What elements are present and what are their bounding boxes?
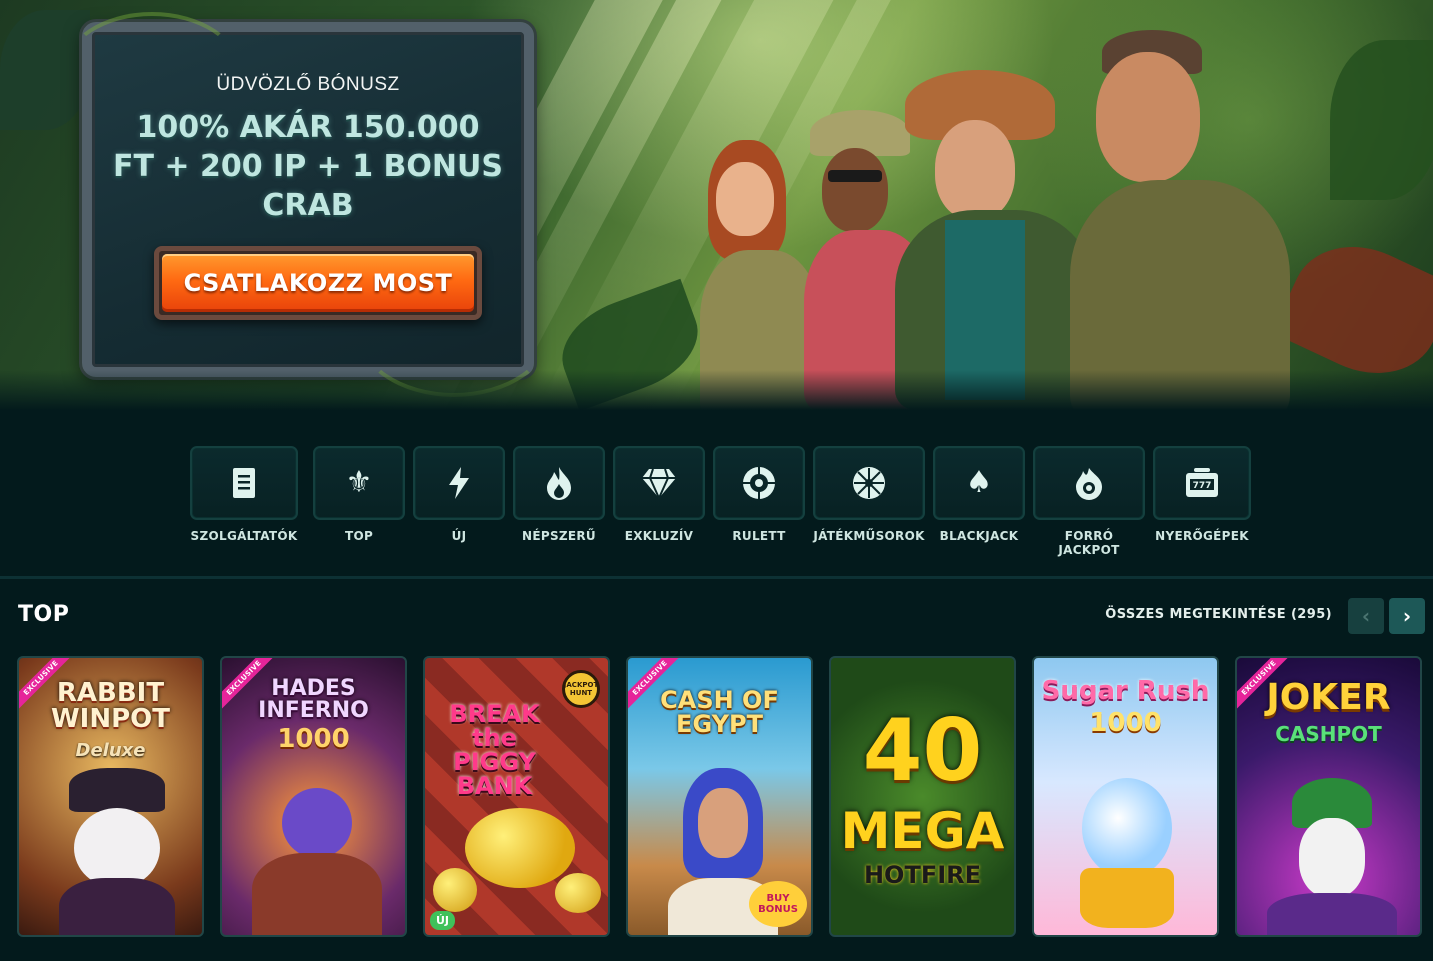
coin — [433, 868, 477, 912]
category-exclusive[interactable]: EXKLUZÍV — [613, 446, 705, 543]
piggy-bank — [465, 808, 575, 888]
game-title-word: MEGA — [840, 802, 1005, 860]
new-badge: ÚJ — [430, 911, 456, 930]
category-blackjack[interactable]: ♠ BLACKJACK — [933, 446, 1025, 543]
category-tile — [513, 446, 605, 520]
category-label: TOP — [344, 529, 374, 543]
gumball-base — [1080, 868, 1174, 928]
category-label: ÚJ — [451, 529, 467, 543]
slot-machine-icon: 777 — [1186, 468, 1218, 497]
jungle-leaf — [1330, 40, 1433, 200]
game-title: JOKER — [1266, 677, 1391, 718]
category-label: FORRÓ JACKPOT — [1058, 529, 1120, 557]
gumball-globe — [1082, 778, 1172, 878]
category-slots[interactable]: 777 NYERŐGÉPEK — [1153, 446, 1251, 543]
game-title: HADES INFERNO — [258, 676, 369, 723]
joker-face — [1299, 818, 1365, 898]
rabbit-head — [74, 808, 160, 888]
top-hat — [69, 768, 165, 812]
hot-jackpot-icon — [1076, 468, 1102, 500]
jackpot-hunt-badge: JACKPOT HUNT — [562, 670, 600, 708]
category-tile: ⚜ — [313, 446, 405, 520]
game-subtitle: CASHPOT — [1275, 722, 1382, 746]
category-tile — [413, 446, 505, 520]
section-divider — [0, 576, 1433, 579]
game-card[interactable]: JACKPOT HUNT BREAK the PIGGY BANK ÚJ — [423, 656, 610, 937]
game-title: RABBIT WINPOT — [50, 678, 170, 734]
game-title: CASH OF EGYPT — [660, 686, 779, 738]
wheel-icon — [853, 467, 885, 499]
game-subtitle: Deluxe — [75, 740, 146, 761]
hades-head — [282, 788, 352, 858]
game-card[interactable]: EXCLUSIVE RABBIT WINPOT Deluxe — [17, 656, 204, 937]
category-label: JÁTÉKMŰSOROK — [813, 529, 925, 543]
view-all-link[interactable]: ÖSSZES MEGTEKINTÉSE (295) — [1105, 607, 1332, 622]
hero-fade — [0, 370, 1433, 410]
welcome-bonus-label: ÜDVÖZLŐ BÓNUSZ — [216, 74, 400, 95]
category-popular[interactable]: NÉPSZERŰ — [513, 446, 605, 543]
game-card[interactable]: EXCLUSIVE CASH OF EGYPT BUY BONUS — [626, 656, 813, 937]
join-now-label: CSATLAKOZZ MOST — [162, 254, 474, 312]
offer-line: FT + 200 IP + 1 BONUS — [113, 149, 503, 184]
join-now-button[interactable]: CSATLAKOZZ MOST — [154, 246, 482, 320]
game-subtitle: 1000 — [1089, 708, 1162, 738]
diamond-icon — [642, 468, 676, 499]
game-title: BREAK the PIGGY BANK — [449, 700, 540, 800]
rabbit-body — [59, 878, 175, 935]
category-game-shows[interactable]: JÁTÉKMŰSOROK — [813, 446, 925, 543]
category-bar: SZOLGÁLTATÓK ⚜ TOP ÚJ NÉPSZERŰ EXKLUZÍV … — [0, 410, 1433, 576]
spade-icon: ♠ — [965, 465, 993, 500]
welcome-offer-text: 100% AKÁR 150.000 FT + 200 IP + 1 BONUS … — [112, 108, 504, 225]
buy-bonus-badge: BUY BONUS — [749, 881, 807, 927]
game-subtitle: 1000 — [277, 724, 350, 754]
category-tile: ♠ — [933, 446, 1025, 520]
category-label: BLACKJACK — [939, 529, 1019, 543]
category-providers[interactable]: SZOLGÁLTATÓK — [190, 446, 298, 543]
chevron-left-icon: ‹ — [1361, 604, 1371, 628]
carousel-next-button[interactable]: › — [1389, 598, 1425, 634]
fleur-de-lis-icon: ⚜ — [345, 465, 373, 500]
piggy-small — [555, 873, 601, 913]
game-title-number: 40 — [862, 701, 983, 801]
game-card[interactable]: EXCLUSIVE JOKER CASHPOT — [1235, 656, 1422, 937]
hades-body — [252, 853, 382, 935]
game-subtitle: HOTFIRE — [863, 861, 982, 889]
section-title: TOP — [18, 602, 70, 627]
game-card[interactable]: Sugar Rush 1000 — [1032, 656, 1219, 937]
offer-line: CRAB — [262, 188, 354, 223]
flame-icon — [547, 467, 571, 500]
category-label: SZOLGÁLTATÓK — [190, 529, 298, 543]
category-roulette[interactable]: RULETT — [713, 446, 805, 543]
bonus-stone-panel: ÜDVÖZLŐ BÓNUSZ 100% AKÁR 150.000 FT + 20… — [62, 12, 554, 397]
category-top[interactable]: ⚜ TOP — [313, 446, 405, 543]
svg-text:777: 777 — [1193, 481, 1212, 491]
game-card[interactable]: 40 MEGA HOTFIRE — [829, 656, 1016, 937]
category-label: EXKLUZÍV — [624, 529, 694, 543]
document-icon — [233, 468, 255, 498]
lightning-icon — [449, 467, 469, 499]
category-new[interactable]: ÚJ — [413, 446, 505, 543]
category-tile — [613, 446, 705, 520]
category-label: NÉPSZERŰ — [522, 529, 596, 543]
category-tile: 777 — [1153, 446, 1251, 520]
category-hot-jackpot[interactable]: FORRÓ JACKPOT — [1033, 446, 1145, 557]
category-label: NYERŐGÉPEK — [1155, 529, 1249, 543]
category-tile — [713, 446, 805, 520]
pharaoh-face — [698, 788, 748, 858]
offer-line: 100% AKÁR 150.000 — [136, 110, 480, 145]
category-tile — [1033, 446, 1145, 520]
hero-banner: ÜDVÖZLŐ BÓNUSZ 100% AKÁR 150.000 FT + 20… — [0, 0, 1433, 410]
category-tile — [190, 446, 298, 520]
carousel-prev-button[interactable]: ‹ — [1348, 598, 1384, 634]
game-title: Sugar Rush — [1041, 676, 1210, 706]
chevron-right-icon: › — [1402, 604, 1412, 628]
joker-body — [1267, 893, 1397, 935]
game-card[interactable]: EXCLUSIVE HADES INFERNO 1000 — [220, 656, 407, 937]
category-tile — [813, 446, 925, 520]
category-label: RULETT — [732, 529, 786, 543]
roulette-icon — [743, 467, 775, 499]
